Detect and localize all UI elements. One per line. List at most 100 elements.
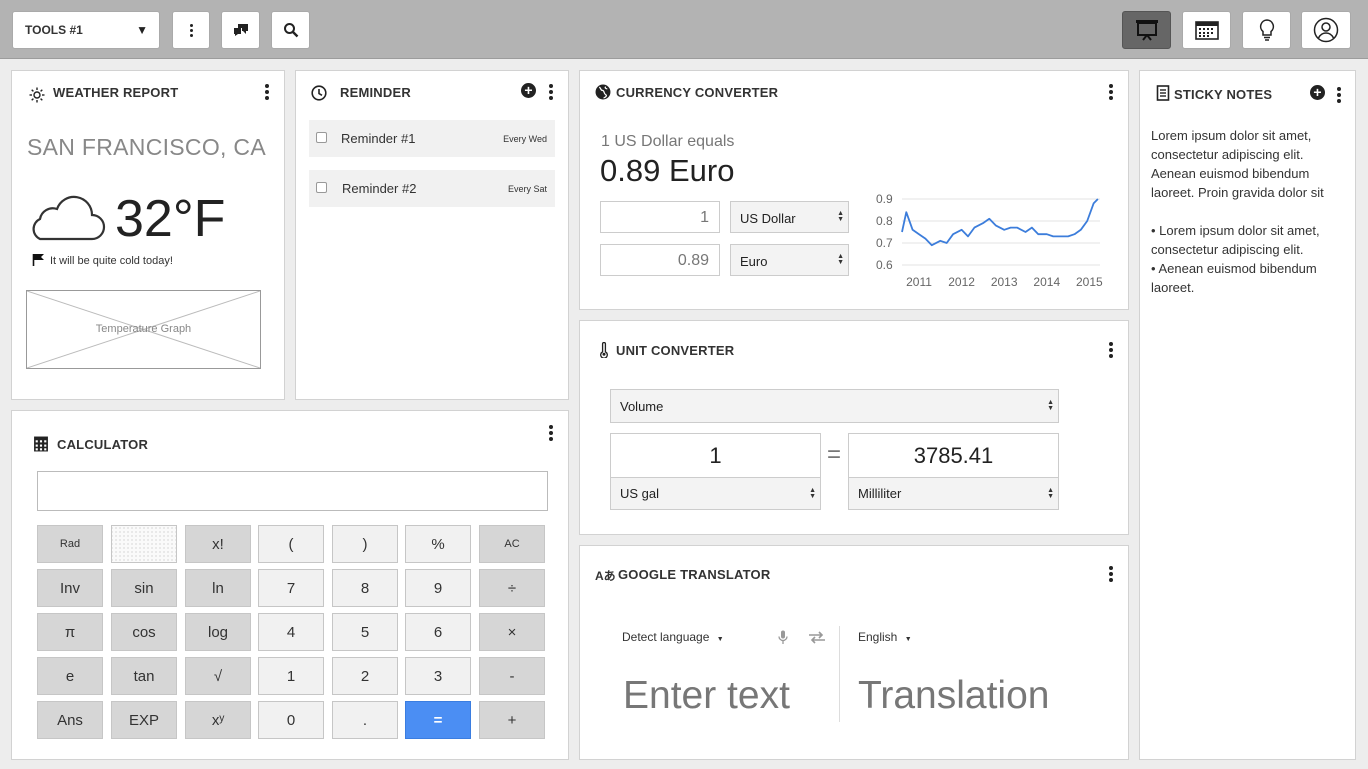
to-unit-input[interactable]: 3785.41: [848, 433, 1059, 477]
to-currency-value: Euro: [740, 254, 768, 269]
calculator-header: CALCULATOR: [12, 411, 568, 455]
key-label: AC: [504, 538, 520, 550]
sticky-menu-button[interactable]: [1334, 86, 1344, 104]
caret-down-icon: ▼: [904, 636, 912, 643]
key-multiply[interactable]: ×: [479, 613, 545, 651]
reminder-repeat: Every Wed: [503, 134, 547, 144]
target-language-select[interactable]: English ▼: [858, 630, 912, 644]
key-percent[interactable]: %: [405, 525, 471, 563]
swap-icon[interactable]: [808, 631, 826, 644]
key-equals[interactable]: =: [405, 701, 471, 739]
calendar-button[interactable]: [1182, 11, 1231, 49]
key-sqrt[interactable]: √: [185, 657, 251, 695]
key-label: cos: [132, 623, 156, 641]
key-e[interactable]: e: [37, 657, 103, 695]
key-sin[interactable]: sin: [111, 569, 177, 607]
key-rad[interactable]: Rad: [37, 525, 103, 563]
key-label: ): [362, 535, 368, 553]
key-close-paren[interactable]: ): [332, 525, 398, 563]
key-tan[interactable]: tan: [111, 657, 177, 695]
key-divide[interactable]: ÷: [479, 569, 545, 607]
calculator-menu-button[interactable]: [546, 424, 556, 442]
sticky-bullet: • Aenean euismod bibendum laoreet.: [1151, 261, 1317, 295]
reminder-title: REMINDER: [340, 85, 411, 100]
weather-menu-button[interactable]: [262, 83, 272, 101]
currency-panel: CURRENCY CONVERTER 1 US Dollar equals 0.…: [579, 70, 1129, 310]
key-clear[interactable]: AC: [479, 525, 545, 563]
key-label: 1: [286, 667, 296, 685]
from-currency-select[interactable]: US Dollar ▲ ▼: [730, 201, 849, 233]
key-factorial[interactable]: x!: [185, 525, 251, 563]
translator-panel: Aあ GOOGLE TRANSLATOR Detect language ▼ E…: [579, 545, 1129, 760]
key-deg-toggle[interactable]: [111, 525, 177, 563]
reminder-checkbox[interactable]: [316, 132, 327, 143]
unit-category-select[interactable]: Volume ▲ ▼: [610, 389, 1059, 423]
key-decimal[interactable]: .: [332, 701, 398, 739]
more-button[interactable]: [172, 11, 210, 49]
unit-menu-button[interactable]: [1106, 341, 1116, 359]
key-label: 0: [286, 711, 296, 729]
key-plus[interactable]: +: [479, 701, 545, 739]
translator-menu-button[interactable]: [1106, 565, 1116, 583]
profile-button[interactable]: [1301, 11, 1351, 49]
chat-button[interactable]: [221, 11, 260, 49]
translation-output: Translation: [858, 674, 1050, 717]
list-item: Reminder #1 Every Wed: [309, 120, 555, 157]
translation-input[interactable]: Enter text: [623, 674, 790, 718]
from-unit-input[interactable]: 1: [610, 433, 821, 477]
add-reminder-button[interactable]: +: [521, 83, 536, 98]
equals-sign: =: [827, 441, 842, 468]
key-digit-1[interactable]: 1: [258, 657, 324, 695]
to-currency-select[interactable]: Euro ▲ ▼: [730, 244, 849, 276]
x-tick-label: 2011: [906, 275, 932, 289]
top-toolbar: TOOLS #1 ▼: [0, 0, 1368, 59]
key-digit-6[interactable]: 6: [405, 613, 471, 651]
key-label: Rad: [59, 538, 81, 550]
key-digit-2[interactable]: 2: [332, 657, 398, 695]
key-digit-7[interactable]: 7: [258, 569, 324, 607]
key-label: ×: [507, 623, 517, 641]
key-digit-9[interactable]: 9: [405, 569, 471, 607]
key-digit-4[interactable]: 4: [258, 613, 324, 651]
key-digit-5[interactable]: 5: [332, 613, 398, 651]
key-pi[interactable]: π: [37, 613, 103, 651]
reminder-checkbox[interactable]: [316, 182, 327, 193]
key-cos[interactable]: cos: [111, 613, 177, 651]
calculator-display[interactable]: [37, 471, 548, 511]
from-unit-select[interactable]: US gal ▲ ▼: [610, 477, 821, 510]
series-line: [901, 198, 1099, 247]
key-digit-3[interactable]: 3: [405, 657, 471, 695]
weather-title: WEATHER REPORT: [53, 85, 179, 100]
clock-icon: [311, 85, 327, 101]
key-ln[interactable]: ln: [185, 569, 251, 607]
tools-dropdown[interactable]: TOOLS #1 ▼: [12, 11, 160, 49]
key-open-paren[interactable]: (: [258, 525, 324, 563]
currency-menu-button[interactable]: [1106, 83, 1116, 101]
source-language-select[interactable]: Detect language ▼: [622, 630, 724, 644]
target-language-value: English: [858, 630, 898, 644]
key-digit-8[interactable]: 8: [332, 569, 398, 607]
idea-button[interactable]: [1242, 11, 1291, 49]
sticky-header: STICKY NOTES +: [1140, 71, 1355, 115]
key-exp[interactable]: EXP: [111, 701, 177, 739]
currency-result: 0.89 Euro: [600, 153, 735, 188]
reminder-panel: REMINDER + Reminder #1 Every Wed Reminde…: [295, 70, 569, 400]
key-label: √: [213, 667, 223, 685]
key-digit-0[interactable]: 0: [258, 701, 324, 739]
key-label: .: [362, 711, 368, 729]
microphone-icon[interactable]: [778, 630, 788, 645]
key-minus[interactable]: -: [479, 657, 545, 695]
to-amount-input[interactable]: 0.89: [600, 244, 720, 276]
key-inverse[interactable]: Inv: [37, 569, 103, 607]
from-amount-input[interactable]: 1: [600, 201, 720, 233]
y-tick-label: 0.9: [876, 192, 893, 206]
sticky-note-body[interactable]: Lorem ipsum dolor sit amet, consectetur …: [1151, 126, 1341, 297]
add-note-button[interactable]: +: [1310, 85, 1325, 100]
key-ans[interactable]: Ans: [37, 701, 103, 739]
to-unit-select[interactable]: Milliliter ▲ ▼: [848, 477, 1059, 510]
presentation-button[interactable]: [1122, 11, 1171, 49]
key-log[interactable]: log: [185, 613, 251, 651]
key-power[interactable]: xʸ: [185, 701, 251, 739]
search-button[interactable]: [271, 11, 310, 49]
reminder-menu-button[interactable]: [546, 83, 556, 101]
